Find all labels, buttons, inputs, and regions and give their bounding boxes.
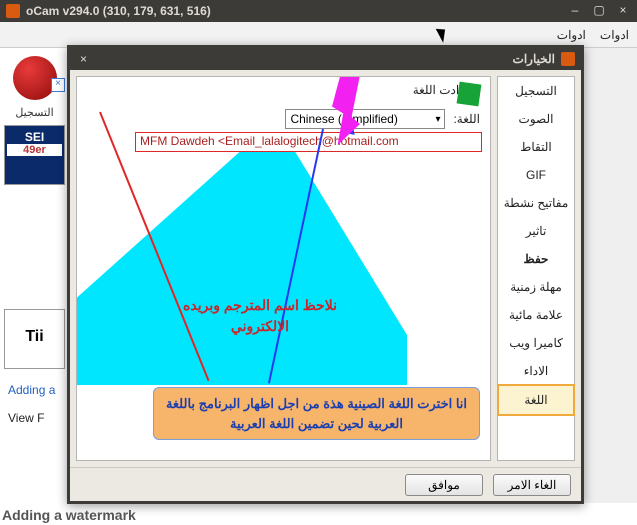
category-item[interactable]: حفظ bbox=[498, 245, 574, 273]
category-item[interactable]: التسجيل bbox=[498, 77, 574, 105]
annotation-square-green bbox=[457, 82, 482, 107]
language-dropdown[interactable]: Chinese (Simplified) ▾ bbox=[285, 109, 445, 129]
ok-button[interactable]: موافق bbox=[405, 474, 483, 496]
content-pane: اعدادت اللغة اللغة: Chinese (Simplified)… bbox=[76, 76, 491, 461]
dialog-close-button[interactable]: × bbox=[76, 52, 91, 66]
category-item[interactable]: تاثير bbox=[498, 217, 574, 245]
record-label: التسجيل bbox=[4, 106, 65, 119]
dialog-button-row: الغاء الامر موافق bbox=[70, 467, 581, 501]
ad-text: SEI bbox=[7, 130, 62, 144]
category-item[interactable]: مهلة زمنية bbox=[498, 273, 574, 301]
annotation-highlight bbox=[77, 135, 407, 385]
dialog-icon bbox=[561, 52, 575, 66]
link-view[interactable]: View F bbox=[8, 411, 61, 425]
ad-text: Tii bbox=[7, 312, 62, 346]
category-item[interactable]: الاداء bbox=[498, 357, 574, 385]
options-dialog: الخيارات × التسجيلالصوتالتقاطGIFمفاتيح ن… bbox=[67, 45, 584, 504]
language-label: اللغة: bbox=[453, 112, 480, 126]
category-item[interactable]: GIF bbox=[498, 161, 574, 189]
annotation-text-orange: انا اخترت اللغة الصينية هذة من اجل اظهار… bbox=[153, 387, 480, 440]
ad-subtext: 49er bbox=[7, 144, 62, 156]
outer-window-titlebar: oCam v294.0 (310, 179, 631, 516) – ▢ × bbox=[0, 0, 637, 22]
link-adding[interactable]: Adding a bbox=[8, 383, 61, 397]
ad-close-icon[interactable]: × bbox=[51, 78, 65, 92]
category-item[interactable]: اللغة bbox=[497, 384, 575, 416]
record-button[interactable] bbox=[13, 56, 57, 100]
menu-item[interactable]: ادوات bbox=[557, 28, 586, 42]
ad-banner-2[interactable]: Tii bbox=[4, 309, 65, 369]
app-icon bbox=[6, 4, 20, 18]
category-item[interactable]: مفاتيح نشطة bbox=[498, 189, 574, 217]
cancel-button[interactable]: الغاء الامر bbox=[493, 474, 571, 496]
close-button[interactable]: × bbox=[615, 3, 631, 19]
outer-window-title: oCam v294.0 (310, 179, 631, 516) bbox=[26, 4, 567, 18]
dialog-titlebar: الخيارات × bbox=[70, 48, 581, 70]
status-text: Adding a watermark bbox=[2, 507, 136, 523]
category-list: التسجيلالصوتالتقاطGIFمفاتيح نشطةتاثيرحفظ… bbox=[497, 76, 575, 461]
menu-item[interactable]: ادوات bbox=[600, 28, 629, 42]
minimize-button[interactable]: – bbox=[567, 3, 583, 19]
annotation-text-red: نلاحظ اسم المترجم وبريده الالكتروني bbox=[165, 295, 355, 337]
dialog-title: الخيارات bbox=[91, 52, 555, 66]
dropdown-arrow-icon: ▾ bbox=[435, 114, 440, 125]
translator-info: MFM Dawdeh <Email_lalalogitech@hotmail.c… bbox=[135, 132, 482, 152]
category-item[interactable]: كاميرا ويب bbox=[498, 329, 574, 357]
left-sidebar: التسجيل × SEI 49er Tii Adding a View F bbox=[0, 48, 70, 503]
maximize-button[interactable]: ▢ bbox=[591, 3, 607, 19]
category-item[interactable]: الصوت bbox=[498, 105, 574, 133]
category-item[interactable]: التقاط bbox=[498, 133, 574, 161]
app-client-area: ادوات ادوات التسجيل × SEI 49er Tii Addin… bbox=[0, 22, 637, 503]
ad-banner-1[interactable]: SEI 49er bbox=[4, 125, 65, 185]
category-item[interactable]: علامة مائية bbox=[498, 301, 574, 329]
